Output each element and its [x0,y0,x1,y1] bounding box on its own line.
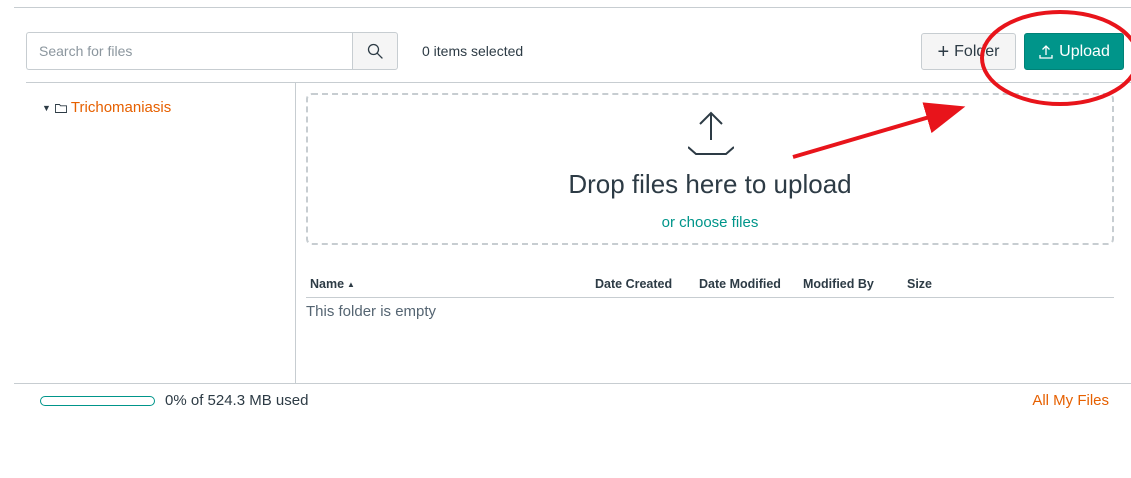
upload-label: Upload [1059,42,1110,60]
quota-text: 0% of 524.3 MB used [165,392,309,409]
files-page: 0 items selected + Folder Upload ▼ Trich… [0,0,1131,478]
column-name-label: Name [310,277,345,291]
upload-button[interactable]: Upload [1024,33,1124,70]
search-button[interactable] [352,32,398,70]
column-header-date-created[interactable]: Date Created [595,277,672,291]
toolbar-divider [26,82,1131,83]
search-bar [26,32,398,70]
top-divider [14,7,1131,8]
column-header-size[interactable]: Size [907,277,932,291]
plus-icon: + [937,40,950,63]
add-folder-label: Folder [954,42,1000,60]
footer-divider [14,383,1131,384]
upload-dropzone[interactable]: Drop files here to upload or choose file… [306,93,1114,245]
all-my-files-link[interactable]: All My Files [1032,392,1109,409]
table-header: Name ▲ Date Created Date Modified Modifie… [306,276,1114,298]
column-header-modified-by[interactable]: Modified By [803,277,874,291]
dropzone-title: Drop files here to upload [568,169,852,199]
search-icon [367,43,383,59]
selected-count: 0 items selected [422,43,524,59]
sort-ascending-icon: ▲ [347,280,355,289]
empty-folder-message: This folder is empty [306,303,437,320]
tree-item-folder[interactable]: ▼ Trichomaniasis [42,99,171,116]
tree-divider [295,82,296,383]
tree-item-label[interactable]: Trichomaniasis [71,99,171,116]
column-header-date-modified[interactable]: Date Modified [699,277,781,291]
column-header-name[interactable]: Name ▲ [310,277,355,291]
expand-caret-icon[interactable]: ▼ [42,103,51,113]
folder-icon [54,103,67,113]
search-input[interactable] [26,32,353,70]
upload-icon [1039,44,1053,59]
add-folder-button[interactable]: + Folder [921,33,1016,70]
quota-progress-bar [40,396,155,406]
choose-files-link[interactable]: or choose files [308,214,1112,231]
upload-icon [688,111,734,155]
